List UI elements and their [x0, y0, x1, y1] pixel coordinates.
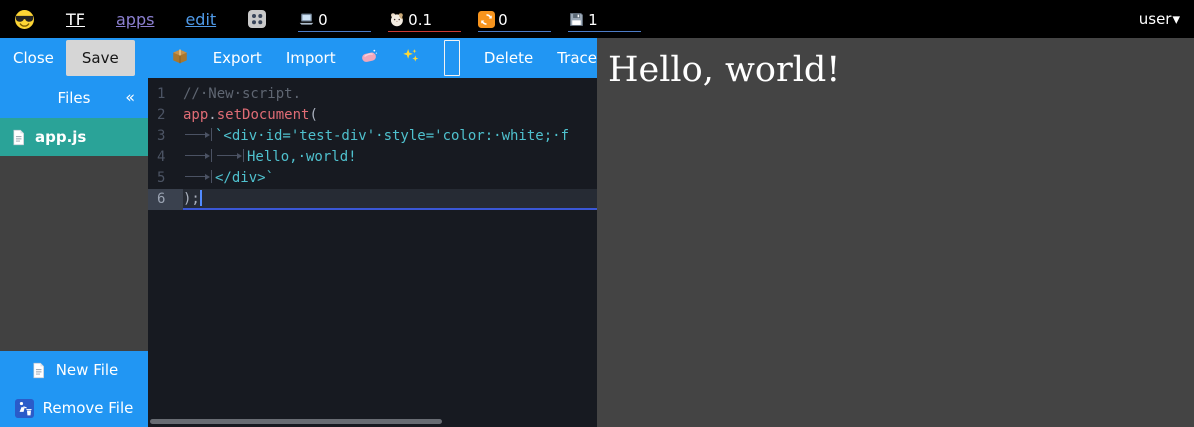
trace-button[interactable]: Trace [557, 49, 597, 67]
remove-file-button[interactable]: Remove File [0, 389, 148, 427]
code-text: `<div·id='test-div'·style='color:·white;… [183, 126, 597, 147]
line-number: 3 [148, 126, 183, 147]
preview-pane: Hello, world! [597, 38, 1194, 427]
code-line-6: 6); [148, 189, 597, 210]
top-bar: TF apps edit 0 0.1 0 1 user▾ [0, 0, 1194, 38]
stat-value: 1 [588, 11, 598, 29]
app-window: TF apps edit 0 0.1 0 1 user▾ Close Save Expor… [0, 0, 1194, 427]
new-file-button[interactable]: New File [0, 351, 148, 389]
sparkles-button[interactable] [402, 47, 420, 69]
file-name: app.js [35, 128, 86, 146]
files-header: Files « [0, 78, 148, 118]
stat-value: 0.1 [408, 11, 432, 29]
text-cursor [200, 190, 202, 206]
code-line-5: 5 </div>` [148, 168, 597, 189]
file-item-app-js[interactable]: app.js [0, 118, 148, 156]
code-line-2: 2app.setDocument( [148, 105, 597, 126]
token-comment: //·New·script. [183, 86, 301, 102]
repeat-stat-input[interactable]: 0 [478, 6, 551, 32]
stat-value: 0 [318, 11, 328, 29]
token-string: `<div·id='test-div'·style='color:·white;… [215, 128, 569, 144]
laptop-icon [298, 11, 315, 28]
line-number: 6 [148, 189, 183, 210]
dots-grid-icon[interactable] [247, 9, 267, 29]
line-number: 1 [148, 84, 183, 105]
repeat-icon [478, 11, 495, 28]
code-line-1: 1//·New·script. [148, 84, 597, 105]
tab-whitespace-marker [183, 170, 212, 183]
file-list: app.js [0, 118, 148, 156]
token-name: setDocument [217, 107, 310, 123]
laptop-stat-input[interactable]: 0 [298, 6, 371, 32]
delete-button[interactable]: Delete [484, 49, 533, 67]
horizontal-scrollbar-thumb[interactable] [150, 419, 442, 424]
home-link[interactable]: TF [66, 10, 85, 29]
hamster-stat-input[interactable]: 0.1 [388, 6, 461, 32]
code-text: </div>` [183, 168, 597, 189]
editor-toolbar: Close Save Export Import Delete Trace [0, 38, 597, 78]
stat-value: 0 [498, 11, 508, 29]
tab-whitespace-marker [183, 149, 212, 162]
package-button[interactable] [171, 47, 189, 69]
document-icon [30, 362, 47, 379]
floppy-icon [568, 11, 585, 28]
preview-hello-text: Hello, world! [597, 38, 1194, 90]
package-icon [171, 47, 189, 65]
smiley-sunglasses-icon [14, 9, 35, 30]
litter-icon [15, 399, 34, 418]
soap-button[interactable] [360, 47, 378, 69]
document-icon [10, 129, 27, 146]
action-label: Remove File [43, 399, 134, 417]
code-text: Hello,·world! [183, 147, 597, 168]
line-number: 4 [148, 147, 183, 168]
files-header-label: Files [58, 89, 91, 107]
token-punct: ); [183, 191, 200, 207]
export-button[interactable]: Export [213, 49, 262, 67]
token-punct: . [208, 107, 216, 123]
token-string: Hello,·world! [247, 149, 357, 165]
user-menu[interactable]: user▾ [1139, 10, 1180, 28]
code-text: ); [183, 189, 597, 210]
close-button[interactable]: Close [13, 49, 54, 67]
code-editor[interactable]: 1//·New·script.2app.setDocument(3`<div·i… [148, 78, 597, 427]
sparkles-icon [402, 47, 420, 65]
code-text: app.setDocument( [183, 105, 597, 126]
code-line-3: 3 `<div·id='test-div'·style='color:·white… [148, 126, 597, 147]
user-menu-label: user [1139, 10, 1172, 28]
files-sidebar: Files « app.js New File Remove File [0, 78, 148, 427]
hamster-icon [388, 11, 405, 28]
code-line-4: 4 Hello,·world! [148, 147, 597, 168]
sidebar-empty-area [0, 156, 148, 351]
edit-link[interactable]: edit [185, 10, 216, 29]
stat-inputs: 0 0.1 0 1 [298, 6, 641, 32]
token-punct: ( [309, 107, 317, 123]
floppy-stat-input[interactable]: 1 [568, 6, 641, 32]
save-button[interactable]: Save [66, 40, 135, 76]
soap-icon [360, 47, 378, 65]
collapse-sidebar-button[interactable]: « [125, 88, 135, 107]
sidebar-actions: New File Remove File [0, 351, 148, 427]
action-label: New File [56, 361, 119, 379]
tab-whitespace-marker [215, 149, 244, 162]
blank-button[interactable] [444, 40, 460, 76]
code-text: //·New·script. [183, 84, 597, 105]
line-number: 2 [148, 105, 183, 126]
apps-link[interactable]: apps [116, 10, 154, 29]
caret-down-icon: ▾ [1172, 10, 1180, 28]
line-number: 5 [148, 168, 183, 189]
token-string: </div>` [215, 170, 274, 186]
import-button[interactable]: Import [286, 49, 336, 67]
tab-whitespace-marker [183, 128, 212, 141]
token-name: app [183, 107, 208, 123]
